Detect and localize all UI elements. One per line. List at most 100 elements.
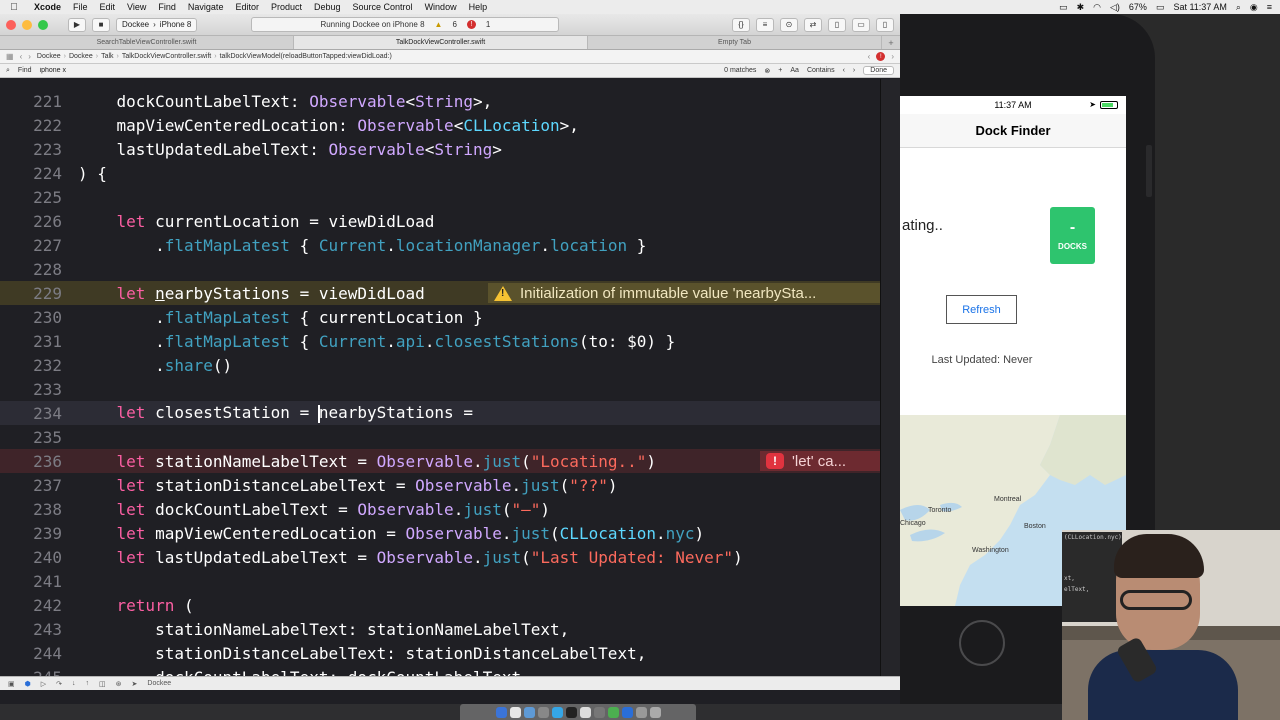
line-number[interactable]: 225 — [0, 188, 62, 207]
location-icon[interactable]: ➤ — [132, 680, 138, 688]
standard-editor-button[interactable]: ≡ — [756, 17, 774, 32]
code-text[interactable]: dockCountLabelText: Observable<String>, — [62, 92, 493, 111]
line-number[interactable]: 230 — [0, 308, 62, 327]
code-lines[interactable]: 221 dockCountLabelText: Observable<Strin… — [0, 89, 880, 676]
line-number[interactable]: 241 — [0, 572, 62, 591]
line-number[interactable]: 242 — [0, 596, 62, 615]
source-editor[interactable]: 221 dockCountLabelText: Observable<Strin… — [0, 79, 900, 676]
code-text[interactable]: .flatMapLatest { currentLocation } — [62, 308, 483, 327]
debug-toggle-button[interactable]: ▭ — [852, 17, 870, 32]
app-icon[interactable] — [635, 706, 647, 718]
crumb-file[interactable]: TalkDockViewController.swift — [122, 53, 211, 60]
step-out-icon[interactable]: ↑ — [86, 680, 90, 687]
code-text[interactable]: .flatMapLatest { Current.api.closestStat… — [62, 332, 675, 351]
related-items-icon[interactable]: ▦ — [6, 52, 14, 61]
line-number[interactable]: 223 — [0, 140, 62, 159]
code-text[interactable]: stationDistanceLabelText: stationDistanc… — [62, 644, 646, 663]
add-tab-icon[interactable]: + — [882, 36, 900, 49]
search-icon[interactable]: ⌕ — [6, 67, 10, 75]
code-text[interactable]: let stationNameLabelText = Observable.ju… — [62, 452, 656, 471]
code-text[interactable]: .flatMapLatest { Current.locationManager… — [62, 236, 646, 255]
line-number[interactable]: 229 — [0, 284, 62, 303]
code-line[interactable]: 223 lastUpdatedLabelText: Observable<Str… — [0, 137, 880, 161]
tab-empty[interactable]: Empty Tab — [588, 36, 882, 49]
tab-search-table[interactable]: SearchTableViewController.swift — [0, 36, 294, 49]
zoom-window-button[interactable] — [38, 19, 48, 30]
line-number[interactable]: 237 — [0, 476, 62, 495]
match-mode-select[interactable]: Contains — [807, 67, 835, 74]
code-line[interactable]: 237 let stationDistanceLabelText = Obser… — [0, 473, 880, 497]
add-pattern-icon[interactable]: + — [778, 67, 782, 74]
code-line[interactable]: 229 let nearbyStations = viewDidLoad ! Ini… — [0, 281, 880, 305]
menu-source-control[interactable]: Source Control — [347, 2, 419, 12]
warning-annotation[interactable]: ! Initialization of immutable value 'near… — [488, 283, 880, 303]
battery-icon[interactable]: ▭ — [1156, 2, 1165, 13]
code-line[interactable]: 230 .flatMapLatest { currentLocation } — [0, 305, 880, 329]
code-text[interactable]: let stationDistanceLabelText = Observabl… — [62, 476, 618, 495]
line-number[interactable]: 235 — [0, 428, 62, 447]
safari-icon[interactable] — [523, 706, 535, 718]
code-line[interactable]: 228 — [0, 257, 880, 281]
code-line[interactable]: 227 .flatMapLatest { Current.locationMan… — [0, 233, 880, 257]
assistant-editor-button[interactable]: ⊙ — [780, 17, 798, 32]
trash-icon[interactable] — [649, 706, 661, 718]
line-number[interactable]: 236 — [0, 452, 62, 471]
line-number[interactable]: 232 — [0, 356, 62, 375]
code-line[interactable]: 244 stationDistanceLabelText: stationDis… — [0, 641, 880, 665]
crumb-project[interactable]: Dockee — [37, 53, 61, 60]
line-number[interactable]: 228 — [0, 260, 62, 279]
code-text[interactable]: let dockCountLabelText = Observable.just… — [62, 500, 551, 519]
version-editor-button[interactable]: ⇄ — [804, 17, 822, 32]
crumb-group[interactable]: Dockee — [69, 53, 93, 60]
step-over-icon[interactable]: ↷ — [56, 680, 62, 688]
menu-edit[interactable]: Edit — [94, 2, 122, 12]
refresh-button[interactable]: Refresh — [946, 295, 1017, 324]
library-button[interactable]: {} — [732, 17, 750, 32]
code-text[interactable]: .share() — [62, 356, 232, 375]
siri-icon[interactable]: ◉ — [1250, 2, 1258, 13]
stop-button[interactable]: ■ — [92, 17, 110, 32]
match-case-toggle[interactable]: Aa — [790, 67, 799, 74]
code-line[interactable]: 243 stationNameLabelText: stationNameLab… — [0, 617, 880, 641]
menu-file[interactable]: File — [67, 2, 94, 12]
code-line[interactable]: 225 — [0, 185, 880, 209]
line-number[interactable]: 226 — [0, 212, 62, 231]
back-icon[interactable]: ‹ — [20, 52, 23, 61]
app-icon[interactable] — [607, 706, 619, 718]
code-line[interactable]: 245 dockCountLabelText: dockCountLabelTe… — [0, 665, 880, 677]
code-line[interactable]: 238 let dockCountLabelText = Observable.… — [0, 497, 880, 521]
menu-debug[interactable]: Debug — [308, 2, 347, 12]
code-text[interactable]: stationNameLabelText: stationNameLabelTe… — [62, 620, 569, 639]
clear-search-icon[interactable]: ⊗ — [764, 67, 770, 75]
code-line[interactable]: 242 return ( — [0, 593, 880, 617]
line-number[interactable]: 234 — [0, 404, 62, 423]
debug-area-toggle-icon[interactable]: ▣ — [8, 680, 15, 688]
volume-icon[interactable]: ◁) — [1110, 2, 1120, 13]
code-line[interactable]: 241 — [0, 569, 880, 593]
code-text[interactable]: let nearbyStations = viewDidLoad — [62, 284, 425, 303]
code-line[interactable]: 240 let lastUpdatedLabelText = Observabl… — [0, 545, 880, 569]
code-line[interactable]: 222 mapViewCenteredLocation: Observable<… — [0, 113, 880, 137]
bluetooth-icon[interactable]: ✱ — [1077, 2, 1085, 13]
close-window-button[interactable] — [6, 19, 16, 30]
line-number[interactable]: 240 — [0, 548, 62, 567]
memory-graph-icon[interactable]: ⊛ — [116, 680, 122, 688]
code-line[interactable]: 236 let stationNameLabelText = Observabl… — [0, 449, 880, 473]
menu-view[interactable]: View — [121, 2, 152, 12]
simulator-home-button[interactable] — [959, 620, 1005, 666]
menu-app[interactable]: Xcode — [28, 2, 67, 12]
code-line[interactable]: 221 dockCountLabelText: Observable<Strin… — [0, 89, 880, 113]
menu-product[interactable]: Product — [265, 2, 308, 12]
app-icon[interactable] — [579, 706, 591, 718]
menu-help[interactable]: Help — [463, 2, 494, 12]
battery-percent[interactable]: 67% — [1129, 2, 1147, 12]
done-button[interactable]: Done — [863, 66, 894, 75]
line-number[interactable]: 227 — [0, 236, 62, 255]
app-icon[interactable] — [537, 706, 549, 718]
code-text[interactable]: lastUpdatedLabelText: Observable<String> — [62, 140, 502, 159]
inspector-toggle-button[interactable]: ▯ — [876, 17, 894, 32]
crumb-symbol[interactable]: talkDockViewModel(reloadButtonTapped:vie… — [220, 53, 392, 60]
next-match-icon[interactable]: › — [853, 67, 855, 74]
line-number[interactable]: 222 — [0, 116, 62, 135]
forward-icon[interactable]: › — [28, 52, 31, 61]
